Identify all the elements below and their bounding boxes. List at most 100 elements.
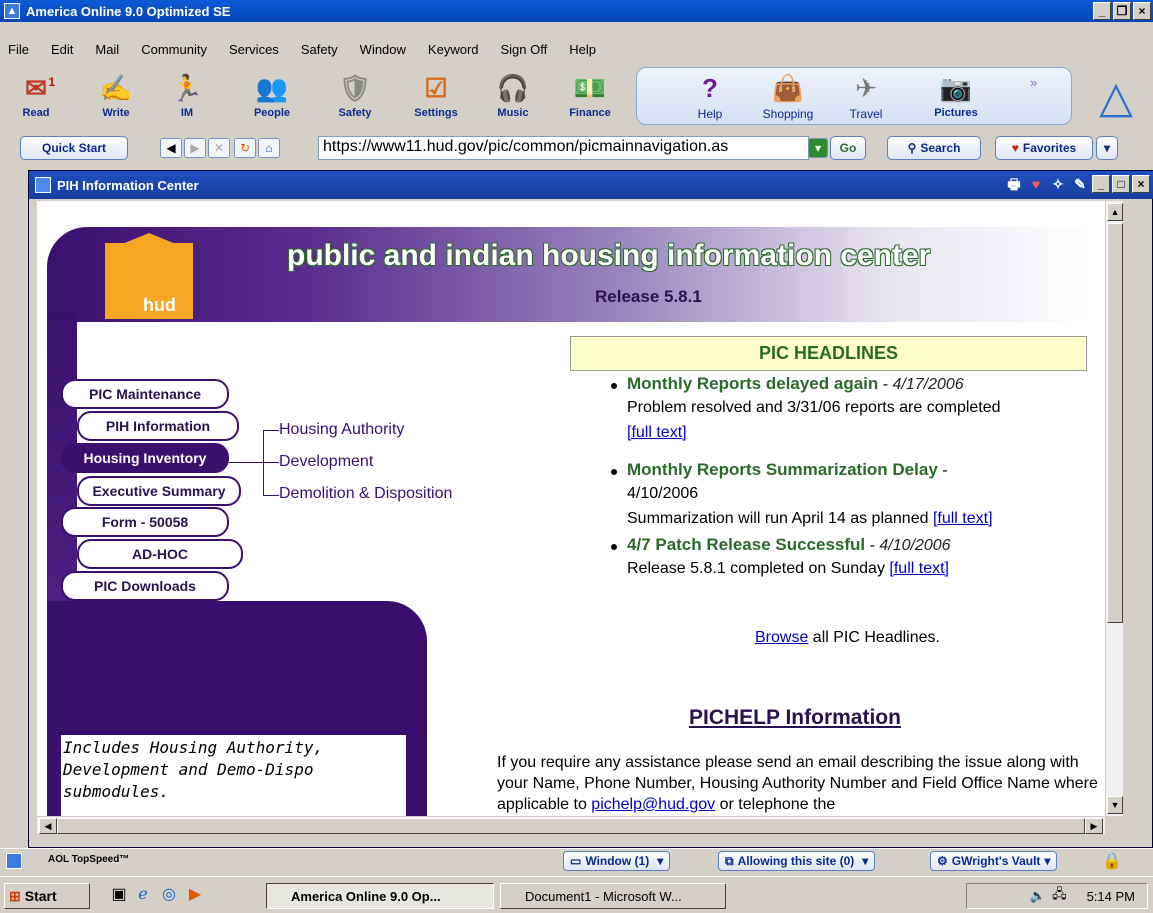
url-dropdown-icon[interactable]: ▾ bbox=[808, 138, 828, 158]
write-label: Write bbox=[102, 107, 130, 119]
headline-title[interactable]: 4/7 Patch Release Successful bbox=[627, 535, 865, 554]
aol-triangle-logo: △ bbox=[1099, 73, 1133, 122]
pih-info-center-window: PIH Information Center 🖶 ♥ ✧ ✎ _ □ × hud… bbox=[28, 170, 1153, 848]
scroll-thumb[interactable] bbox=[1107, 223, 1123, 623]
minimize-button[interactable]: _ bbox=[1093, 2, 1111, 20]
sublink-housing-authority[interactable]: Housing Authority bbox=[279, 421, 404, 439]
inner-window-title-bar: PIH Information Center 🖶 ♥ ✧ ✎ _ □ × bbox=[29, 171, 1153, 199]
start-button[interactable]: ⊞ Start bbox=[4, 883, 90, 909]
taskbar-task-aol[interactable]: America Online 9.0 Op... bbox=[266, 883, 494, 909]
restore-button[interactable]: ❐ bbox=[1113, 2, 1131, 20]
finance-button[interactable]: 💵 Finance bbox=[560, 63, 620, 119]
back-arrow-icon[interactable]: ◀ bbox=[160, 138, 182, 158]
help-button[interactable]: ? Help bbox=[680, 63, 740, 121]
menu-mail[interactable]: Mail bbox=[84, 42, 130, 57]
nav-ad-hoc[interactable]: AD-HOC bbox=[77, 539, 243, 569]
safety-label: Safety bbox=[338, 107, 372, 119]
go-button[interactable]: Go bbox=[830, 136, 866, 160]
taskbar-task-word[interactable]: Document1 - Microsoft W... bbox=[500, 883, 726, 909]
travel-label: Travel bbox=[849, 107, 883, 121]
browse-link[interactable]: Browse bbox=[755, 629, 808, 646]
write-add-icon[interactable]: ✎ bbox=[1070, 175, 1090, 193]
windows-logo-icon: ⊞ bbox=[9, 887, 21, 904]
aol-quicklaunch-icon[interactable]: ◎ bbox=[160, 886, 178, 904]
safety-button[interactable]: 🛡 Safety bbox=[325, 63, 385, 119]
menu-window[interactable]: Window bbox=[349, 42, 417, 57]
forward-arrow-icon[interactable]: ▶ bbox=[184, 138, 206, 158]
horizontal-scrollbar[interactable]: ◀ ▶ bbox=[37, 816, 1105, 834]
shopping-button[interactable]: 👜 Shopping bbox=[758, 63, 818, 121]
help-email-link[interactable]: pichelp@hud.gov bbox=[591, 796, 715, 813]
write-button[interactable]: ✍ Write bbox=[86, 63, 146, 119]
full-text-link[interactable]: [full text] bbox=[627, 424, 687, 442]
headline-item: Monthly Reports delayed again - 4/17/200… bbox=[627, 374, 964, 394]
nav-housing-inventory[interactable]: Housing Inventory bbox=[61, 443, 229, 473]
im-add-icon[interactable]: ✧ bbox=[1048, 175, 1068, 193]
menu-services[interactable]: Services bbox=[218, 42, 290, 57]
favorites-dropdown-icon[interactable]: ▾ bbox=[1096, 136, 1118, 160]
nav-pic-downloads[interactable]: PIC Downloads bbox=[61, 571, 229, 601]
music-button[interactable]: 🎧 Music bbox=[483, 63, 543, 119]
nav-form-50058[interactable]: Form - 50058 bbox=[61, 507, 229, 537]
allowing-site-button[interactable]: ⧉ Allowing this site (0) ▾ bbox=[718, 851, 876, 871]
favorites-button[interactable]: ♥ Favorites bbox=[995, 136, 1093, 160]
headline-title[interactable]: Monthly Reports delayed again bbox=[627, 374, 878, 393]
favorite-heart-icon[interactable]: ♥ bbox=[1026, 175, 1046, 193]
menu-sign-off[interactable]: Sign Off bbox=[490, 42, 559, 57]
travel-button[interactable]: ✈ Travel bbox=[836, 63, 896, 121]
stop-x-icon[interactable]: ✕ bbox=[208, 138, 230, 158]
menu-help[interactable]: Help bbox=[558, 42, 607, 57]
people-button[interactable]: 👥 People bbox=[242, 63, 302, 119]
im-button[interactable]: 🏃 IM bbox=[157, 63, 217, 119]
scroll-left-icon[interactable]: ◀ bbox=[39, 818, 57, 834]
vertical-scrollbar[interactable]: ▲ ▼ bbox=[1105, 201, 1123, 816]
full-text-link[interactable]: [full text] bbox=[889, 560, 949, 577]
media-player-icon[interactable]: ▶ bbox=[186, 886, 204, 904]
show-desktop-icon[interactable]: ▣ bbox=[110, 886, 128, 904]
menu-file[interactable]: File bbox=[0, 42, 40, 57]
vault-button[interactable]: ⚙ GWright's Vault ▾ bbox=[930, 851, 1058, 871]
scroll-up-icon[interactable]: ▲ bbox=[1107, 203, 1123, 221]
bullet bbox=[611, 383, 617, 389]
print-icon[interactable]: 🖶 bbox=[1004, 175, 1024, 193]
people-icon: 👥 bbox=[255, 73, 289, 103]
volume-icon[interactable]: 🔈 bbox=[1030, 888, 1046, 904]
internet-explorer-icon[interactable]: ℯ bbox=[134, 886, 152, 904]
airplane-icon: ✈ bbox=[855, 73, 877, 103]
nav-executive-summary[interactable]: Executive Summary bbox=[77, 476, 241, 506]
settings-button[interactable]: ☑ Settings bbox=[406, 63, 466, 119]
window-count-button[interactable]: ▭ Window (1) ▾ bbox=[563, 851, 671, 871]
inner-maximize-button[interactable]: □ bbox=[1112, 175, 1130, 193]
quick-start-button[interactable]: Quick Start bbox=[20, 136, 128, 160]
menu-safety[interactable]: Safety bbox=[290, 42, 349, 57]
menu-edit[interactable]: Edit bbox=[40, 42, 84, 57]
nav-pih-information[interactable]: PIH Information bbox=[77, 411, 239, 441]
main-toolbar: ✉ 1 Read ✍ Write 🏃 IM 👥 People 🛡 Safety ☑… bbox=[0, 63, 1153, 131]
url-input[interactable]: https://www11.hud.gov/pic/common/picmain… bbox=[318, 136, 809, 160]
menu-keyword[interactable]: Keyword bbox=[417, 42, 490, 57]
pictures-button[interactable]: 📷 Pictures bbox=[926, 63, 986, 119]
headline-title[interactable]: Monthly Reports Summarization Delay bbox=[627, 460, 938, 479]
unread-badge: 1 bbox=[48, 75, 55, 89]
menu-community[interactable]: Community bbox=[130, 42, 218, 57]
money-icon: 💵 bbox=[573, 73, 607, 103]
scroll-right-icon[interactable]: ▶ bbox=[1085, 818, 1103, 834]
more-chevron-icon[interactable]: » bbox=[1030, 75, 1037, 90]
inner-minimize-button[interactable]: _ bbox=[1092, 175, 1110, 193]
network-icon[interactable]: 🖧 bbox=[1052, 885, 1067, 907]
search-button[interactable]: ⚲ Search bbox=[887, 136, 981, 160]
refresh-icon[interactable]: ↻ bbox=[234, 138, 256, 158]
nav-pic-maintenance[interactable]: PIC Maintenance bbox=[61, 379, 229, 409]
home-icon[interactable]: ⌂ bbox=[258, 138, 280, 158]
sublink-development[interactable]: Development bbox=[279, 453, 373, 471]
read-label: Read bbox=[22, 107, 50, 119]
close-button[interactable]: × bbox=[1133, 2, 1151, 20]
sublink-demolition-disposition[interactable]: Demolition & Disposition bbox=[279, 485, 452, 503]
inner-close-button[interactable]: × bbox=[1132, 175, 1150, 193]
hscroll-thumb[interactable] bbox=[57, 818, 1085, 834]
full-text-link[interactable]: [full text] bbox=[933, 510, 993, 527]
topspeed-label: AOL TopSpeed™ bbox=[48, 854, 130, 865]
scroll-down-icon[interactable]: ▼ bbox=[1107, 796, 1123, 814]
headline-date: 4/10/2006 bbox=[627, 485, 699, 502]
read-button[interactable]: ✉ 1 Read bbox=[6, 63, 66, 119]
